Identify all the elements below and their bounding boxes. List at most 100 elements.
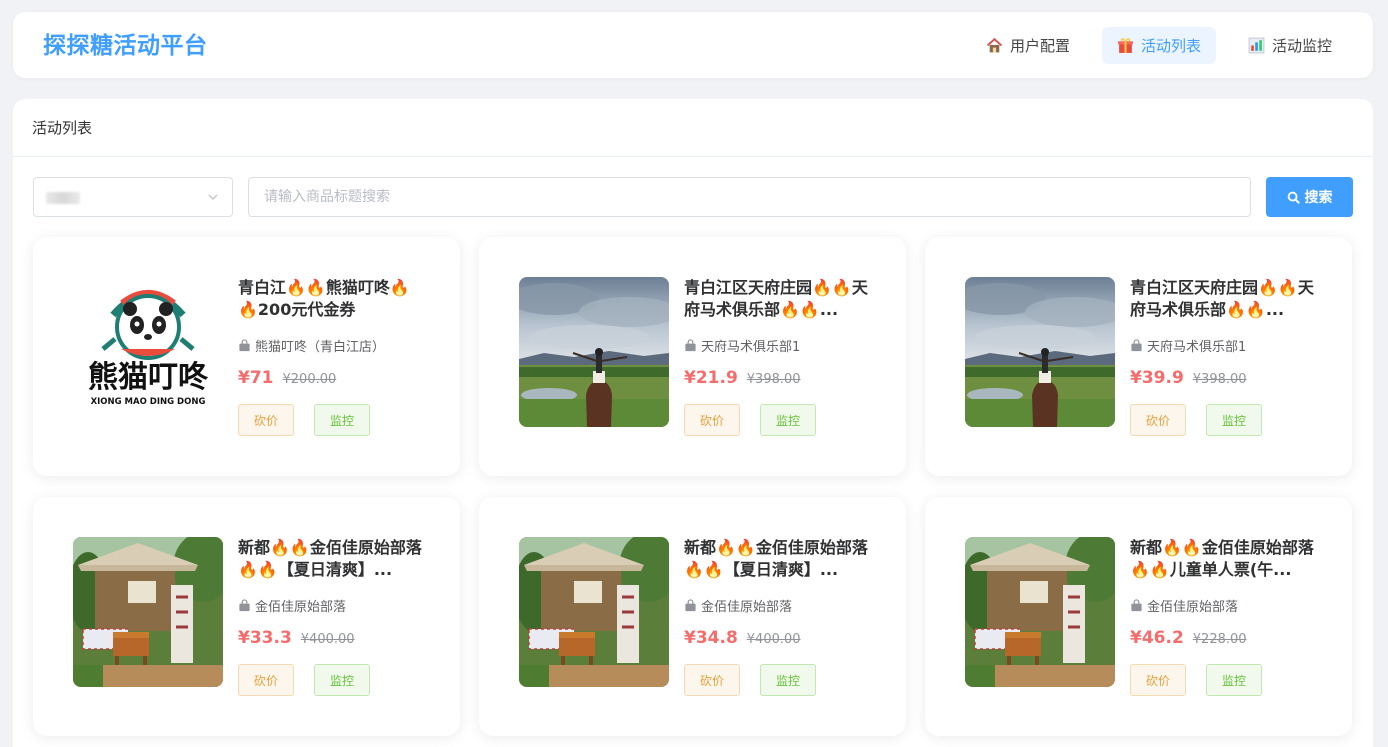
search-input[interactable] bbox=[248, 177, 1251, 217]
bargain-button[interactable]: 砍价 bbox=[238, 664, 294, 696]
product-image[interactable] bbox=[519, 537, 669, 687]
shopping-bag-icon bbox=[685, 338, 696, 351]
product-info: 新都🔥🔥金佰佳原始部落🔥🔥【夏日清爽】... 金佰佳原始部落 ¥34.8 ¥40… bbox=[684, 537, 869, 696]
product-card[interactable]: 熊猫叮咚 XIONG MAO DING DONG 青白江🔥🔥熊猫叮咚🔥🔥200元… bbox=[33, 237, 460, 476]
app-logo[interactable]: 探探糖活动平台 bbox=[43, 12, 208, 80]
monitor-button[interactable]: 监控 bbox=[314, 404, 370, 436]
shopping-bag-icon bbox=[239, 598, 250, 611]
shop-name: 天府马术俱乐部1 bbox=[1147, 339, 1247, 355]
bargain-button[interactable]: 砍价 bbox=[684, 404, 740, 436]
product-title[interactable]: 新都🔥🔥金佰佳原始部落🔥🔥【夏日清爽】... bbox=[684, 537, 869, 581]
monitor-button[interactable]: 监控 bbox=[1206, 664, 1262, 696]
card-actions: 砍价 监控 bbox=[238, 404, 423, 436]
shopping-bag-icon bbox=[1131, 598, 1142, 611]
current-price: ¥71 bbox=[238, 368, 274, 388]
original-price: ¥200.00 bbox=[282, 372, 337, 387]
product-image[interactable] bbox=[965, 537, 1115, 687]
panel-title: 活动列表 bbox=[13, 99, 1373, 157]
product-grid: 熊猫叮咚 XIONG MAO DING DONG 青白江🔥🔥熊猫叮咚🔥🔥200元… bbox=[33, 237, 1352, 736]
search-icon bbox=[1287, 191, 1300, 204]
product-title[interactable]: 青白江区天府庄园🔥🔥天府马术俱乐部🔥🔥... bbox=[1130, 277, 1315, 321]
product-info: 青白江区天府庄园🔥🔥天府马术俱乐部🔥🔥... 天府马术俱乐部1 ¥21.9 ¥3… bbox=[684, 277, 869, 436]
product-card[interactable]: 新都🔥🔥金佰佳原始部落🔥🔥儿童单人票(午... 金佰佳原始部落 ¥46.2 ¥2… bbox=[925, 497, 1352, 736]
original-price: ¥228.00 bbox=[1192, 632, 1247, 647]
original-price: ¥400.00 bbox=[300, 632, 355, 647]
xiong-mao-ding-dong-logo: 熊猫叮咚 XIONG MAO DING DONG bbox=[73, 277, 223, 427]
shop-line: 天府马术俱乐部1 bbox=[1130, 336, 1315, 354]
bargain-button[interactable]: 砍价 bbox=[684, 664, 740, 696]
monitor-button[interactable]: 监控 bbox=[1206, 404, 1262, 436]
price-row: ¥46.2 ¥228.00 bbox=[1130, 628, 1315, 648]
card-actions: 砍价 监控 bbox=[684, 404, 869, 436]
nav-label: 活动列表 bbox=[1140, 37, 1201, 55]
product-card[interactable]: 新都🔥🔥金佰佳原始部落🔥🔥【夏日清爽】... 金佰佳原始部落 ¥33.3 ¥40… bbox=[33, 497, 460, 736]
current-price: ¥39.9 bbox=[1130, 368, 1184, 388]
chevron-down-icon bbox=[208, 194, 218, 200]
product-title[interactable]: 青白江🔥🔥熊猫叮咚🔥🔥200元代金券 bbox=[238, 277, 423, 321]
product-info: 青白江🔥🔥熊猫叮咚🔥🔥200元代金券 熊猫叮咚（青白江店） ¥71 ¥200.0… bbox=[238, 277, 423, 436]
nav-label: 用户配置 bbox=[1009, 37, 1070, 55]
product-title[interactable]: 新都🔥🔥金佰佳原始部落🔥🔥儿童单人票(午... bbox=[1130, 537, 1315, 581]
activity-list-panel: 活动列表 搜索 熊猫叮咚 XIONG MAO DING DONG 青 bbox=[13, 99, 1373, 747]
card-actions: 砍价 监控 bbox=[1130, 404, 1315, 436]
product-image[interactable] bbox=[519, 277, 669, 427]
blurred-selected-value bbox=[46, 192, 80, 204]
price-row: ¥39.9 ¥398.00 bbox=[1130, 368, 1315, 388]
price-row: ¥33.3 ¥400.00 bbox=[238, 628, 423, 648]
card-actions: 砍价 监控 bbox=[1130, 664, 1315, 696]
product-title[interactable]: 新都🔥🔥金佰佳原始部落🔥🔥【夏日清爽】... bbox=[238, 537, 423, 581]
horse-riding-photo bbox=[965, 277, 1115, 427]
original-price: ¥398.00 bbox=[746, 372, 801, 387]
monitor-button[interactable]: 监控 bbox=[760, 404, 816, 436]
product-image[interactable] bbox=[965, 277, 1115, 427]
gift-icon bbox=[1118, 38, 1133, 53]
monitor-button[interactable]: 监控 bbox=[760, 664, 816, 696]
top-nav: 用户配置 活动列表 活动监控 bbox=[971, 27, 1347, 64]
price-row: ¥21.9 ¥398.00 bbox=[684, 368, 869, 388]
svg-text:XIONG MAO DING DONG: XIONG MAO DING DONG bbox=[91, 397, 206, 407]
garden-pavilion-photo bbox=[73, 537, 223, 687]
current-price: ¥21.9 bbox=[684, 368, 738, 388]
product-card[interactable]: 青白江区天府庄园🔥🔥天府马术俱乐部🔥🔥... 天府马术俱乐部1 ¥21.9 ¥3… bbox=[479, 237, 906, 476]
product-info: 新都🔥🔥金佰佳原始部落🔥🔥儿童单人票(午... 金佰佳原始部落 ¥46.2 ¥2… bbox=[1130, 537, 1315, 696]
current-price: ¥33.3 bbox=[238, 628, 292, 648]
search-button[interactable]: 搜索 bbox=[1266, 177, 1353, 217]
product-info: 新都🔥🔥金佰佳原始部落🔥🔥【夏日清爽】... 金佰佳原始部落 ¥33.3 ¥40… bbox=[238, 537, 423, 696]
nav-label: 活动监控 bbox=[1271, 37, 1332, 55]
bargain-button[interactable]: 砍价 bbox=[238, 404, 294, 436]
horse-riding-photo bbox=[519, 277, 669, 427]
card-actions: 砍价 监控 bbox=[238, 664, 423, 696]
price-row: ¥71 ¥200.00 bbox=[238, 368, 423, 388]
product-image[interactable] bbox=[73, 537, 223, 687]
bargain-button[interactable]: 砍价 bbox=[1130, 404, 1186, 436]
product-card[interactable]: 新都🔥🔥金佰佳原始部落🔥🔥【夏日清爽】... 金佰佳原始部落 ¥34.8 ¥40… bbox=[479, 497, 906, 736]
shop-line: 天府马术俱乐部1 bbox=[684, 336, 869, 354]
top-header: 探探糖活动平台 用户配置 活动列表 活动监控 bbox=[13, 12, 1373, 78]
shop-line: 金佰佳原始部落 bbox=[684, 596, 869, 614]
nav-item-activity-list[interactable]: 活动列表 bbox=[1101, 27, 1216, 64]
shopping-bag-icon bbox=[1131, 338, 1142, 351]
product-image[interactable]: 熊猫叮咚 XIONG MAO DING DONG bbox=[73, 277, 223, 427]
garden-pavilion-photo bbox=[519, 537, 669, 687]
nav-item-user-config[interactable]: 用户配置 bbox=[971, 27, 1085, 64]
current-price: ¥34.8 bbox=[684, 628, 738, 648]
card-actions: 砍价 监控 bbox=[684, 664, 869, 696]
nav-item-activity-monitor[interactable]: 活动监控 bbox=[1233, 27, 1347, 64]
monitor-button[interactable]: 监控 bbox=[314, 664, 370, 696]
original-price: ¥400.00 bbox=[746, 632, 801, 647]
house-icon bbox=[986, 37, 1003, 53]
shop-line: 金佰佳原始部落 bbox=[238, 596, 423, 614]
product-title[interactable]: 青白江区天府庄园🔥🔥天府马术俱乐部🔥🔥... bbox=[684, 277, 869, 321]
shopping-bag-icon bbox=[685, 598, 696, 611]
product-card[interactable]: 青白江区天府庄园🔥🔥天府马术俱乐部🔥🔥... 天府马术俱乐部1 ¥39.9 ¥3… bbox=[925, 237, 1352, 476]
svg-text:熊猫叮咚: 熊猫叮咚 bbox=[88, 360, 209, 395]
shop-name: 金佰佳原始部落 bbox=[255, 599, 347, 615]
shopping-bag-icon bbox=[239, 338, 250, 351]
bargain-button[interactable]: 砍价 bbox=[1130, 664, 1186, 696]
current-price: ¥46.2 bbox=[1130, 628, 1184, 648]
product-info: 青白江区天府庄园🔥🔥天府马术俱乐部🔥🔥... 天府马术俱乐部1 ¥39.9 ¥3… bbox=[1130, 277, 1315, 436]
shop-line: 熊猫叮咚（青白江店） bbox=[238, 336, 423, 354]
store-select[interactable] bbox=[33, 177, 233, 217]
shop-name: 金佰佳原始部落 bbox=[701, 599, 793, 615]
garden-pavilion-photo bbox=[965, 537, 1115, 687]
